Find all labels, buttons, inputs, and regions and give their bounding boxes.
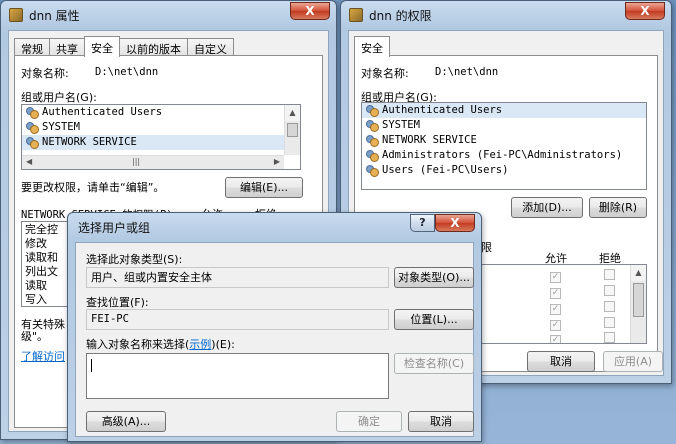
select-users-client: 选择此对象类型(S): 用户、组或内置安全主体 对象类型(O)... 查找位置(… bbox=[75, 242, 474, 437]
close-icon[interactable]: X bbox=[625, 2, 665, 20]
properties-tabs: 常规 共享 安全 以前的版本 自定义 bbox=[14, 36, 234, 57]
select-users-dialog: 选择用户或组 ? X 选择此对象类型(S): 用户、组或内置安全主体 对象类型(… bbox=[67, 212, 482, 442]
list-item[interactable]: SYSTEM bbox=[22, 120, 300, 135]
scroll-up-icon[interactable]: ▲ bbox=[285, 105, 300, 121]
list-item[interactable]: Administrators (Fei-PC\Administrators) bbox=[362, 148, 646, 163]
object-type-label: 选择此对象类型(S): bbox=[86, 253, 183, 266]
cancel-button[interactable]: 取消 bbox=[527, 351, 595, 372]
folder-icon bbox=[9, 8, 23, 22]
location-label: 查找位置(F): bbox=[86, 296, 149, 309]
list-item[interactable]: Authenticated Users bbox=[362, 103, 646, 118]
cancel-button[interactable]: 取消 bbox=[408, 411, 474, 432]
deny-checkbox[interactable] bbox=[604, 269, 615, 283]
tab-sharing[interactable]: 共享 bbox=[49, 38, 85, 56]
learn-access-link[interactable]: 了解访问 bbox=[21, 348, 65, 364]
deny-checkbox[interactable] bbox=[604, 285, 615, 299]
tab-customize[interactable]: 自定义 bbox=[187, 38, 234, 56]
user-group-icon bbox=[365, 149, 379, 162]
text-cursor bbox=[91, 359, 92, 372]
location-field: FEI-PC bbox=[86, 309, 389, 330]
examples-link[interactable]: 示例 bbox=[189, 338, 211, 351]
user-group-icon bbox=[365, 134, 379, 147]
lock-icon bbox=[349, 8, 363, 22]
object-names-input[interactable] bbox=[86, 353, 389, 399]
select-users-title: 选择用户或组 bbox=[78, 221, 151, 235]
close-icon[interactable]: X bbox=[290, 2, 330, 20]
add-button[interactable]: 添加(D)... bbox=[511, 197, 583, 218]
allow-checkbox: ✓ bbox=[550, 320, 561, 331]
special-permissions-note-2: 级"。 bbox=[21, 330, 49, 343]
scroll-thumb[interactable] bbox=[633, 283, 644, 317]
object-type-field: 用户、组或内置安全主体 bbox=[86, 267, 389, 288]
tab-security[interactable]: 安全 bbox=[354, 36, 390, 57]
properties-titlebar[interactable]: dnn 属性 X bbox=[1, 1, 336, 29]
tab-previous-versions[interactable]: 以前的版本 bbox=[119, 38, 188, 56]
locations-button[interactable]: 位置(L)... bbox=[394, 309, 474, 330]
permission-label-tail: 限 bbox=[481, 241, 492, 254]
scroll-up-icon[interactable]: ▲ bbox=[631, 265, 646, 281]
list-item[interactable]: NETWORK SERVICE bbox=[362, 133, 646, 148]
close-icon[interactable]: X bbox=[435, 214, 475, 232]
user-list[interactable]: Authenticated Users SYSTEM NETWORK SERVI… bbox=[21, 104, 301, 170]
tab-security[interactable]: 安全 bbox=[84, 36, 120, 57]
scroll-thumb[interactable] bbox=[287, 123, 298, 137]
scroll-right-icon[interactable]: ▶ bbox=[274, 157, 280, 166]
horizontal-scrollbar[interactable]: ◀ ||| ▶ bbox=[22, 155, 284, 169]
list-item[interactable]: Authenticated Users bbox=[22, 105, 300, 120]
object-name-value: D:\net\dnn bbox=[435, 66, 499, 78]
vertical-scrollbar[interactable]: ▲ bbox=[284, 105, 300, 155]
list-item[interactable]: Users (Fei-PC\Users) bbox=[362, 163, 646, 178]
deny-checkbox[interactable] bbox=[604, 332, 615, 343]
deny-checkbox[interactable] bbox=[604, 317, 615, 331]
help-icon[interactable]: ? bbox=[410, 214, 435, 232]
user-group-icon bbox=[365, 104, 379, 117]
list-item[interactable]: SYSTEM bbox=[362, 118, 646, 133]
check-names-button: 检查名称(C) bbox=[394, 353, 474, 374]
group-label: 组或用户名(G): bbox=[21, 91, 97, 104]
properties-title: dnn 属性 bbox=[29, 9, 80, 23]
apply-button: 应用(A) bbox=[603, 351, 663, 372]
object-name-label: 对象名称: bbox=[21, 67, 69, 80]
list-item[interactable]: NETWORK SERVICE bbox=[22, 135, 300, 150]
vertical-scrollbar[interactable]: ▲ bbox=[630, 265, 646, 343]
permissions-titlebar[interactable]: dnn 的权限 X bbox=[341, 1, 671, 29]
scroll-left-icon[interactable]: ◀ bbox=[26, 157, 32, 166]
allow-checkbox: ✓ bbox=[550, 272, 561, 283]
change-hint: 要更改权限，请单击“编辑”。 bbox=[21, 181, 165, 194]
allow-checkbox: ✓ bbox=[550, 288, 561, 299]
remove-button[interactable]: 删除(R) bbox=[589, 197, 647, 218]
scroll-grip-icon: ||| bbox=[132, 157, 141, 166]
user-group-icon bbox=[25, 106, 39, 119]
user-group-icon bbox=[365, 164, 379, 177]
object-name-label: 对象名称: bbox=[361, 67, 409, 80]
permissions-tabs: 安全 bbox=[354, 36, 390, 57]
allow-checkbox: ✓ bbox=[550, 335, 561, 344]
ok-button: 确定 bbox=[336, 411, 402, 432]
allow-checkbox: ✓ bbox=[550, 304, 561, 315]
user-group-icon bbox=[25, 121, 39, 134]
edit-button[interactable]: 编辑(E)... bbox=[225, 177, 303, 198]
object-name-value: D:\net\dnn bbox=[95, 66, 159, 78]
user-list[interactable]: Authenticated Users SYSTEM NETWORK SERVI… bbox=[361, 102, 647, 190]
user-group-icon bbox=[365, 119, 379, 132]
object-names-label: 输入对象名称来选择(示例)(E): bbox=[86, 338, 235, 351]
advanced-button[interactable]: 高级(A)... bbox=[86, 411, 166, 432]
object-types-button[interactable]: 对象类型(O)... bbox=[394, 267, 474, 288]
user-group-icon bbox=[25, 136, 39, 149]
permissions-title: dnn 的权限 bbox=[369, 9, 432, 23]
select-users-titlebar[interactable]: 选择用户或组 ? X bbox=[68, 213, 481, 241]
deny-checkbox[interactable] bbox=[604, 301, 615, 315]
tab-general[interactable]: 常规 bbox=[14, 38, 50, 56]
